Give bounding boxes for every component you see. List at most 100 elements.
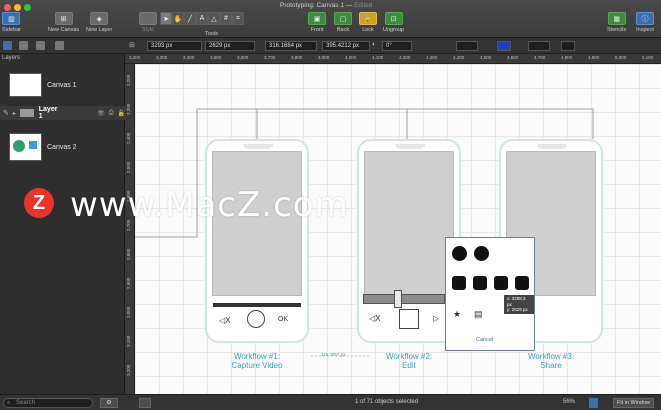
hand-tool-icon[interactable]: ✋ [172, 12, 184, 25]
style-icon [139, 12, 157, 25]
ruler-tick-label: 3,400 [183, 55, 195, 60]
trim-slider[interactable] [363, 290, 445, 308]
next-icon[interactable]: ▷ [433, 314, 439, 323]
ok-button[interactable]: OK [278, 316, 288, 323]
stencils-icon: ▦ [607, 12, 626, 25]
visibility-eye-icon[interactable]: 👁 [97, 110, 105, 117]
share-app-icon[interactable] [473, 276, 487, 290]
ruler-tick-label: 5,000 [615, 55, 627, 60]
zoom-level[interactable]: 56% [563, 399, 575, 405]
canvases-tab-icon[interactable] [19, 41, 28, 50]
stencil-tab-icon[interactable] [55, 41, 64, 50]
share-app-icon[interactable] [494, 276, 508, 290]
layers-tab-icon[interactable] [3, 41, 12, 50]
zoom-stepper-icon[interactable] [589, 398, 598, 408]
new-canvas-icon: ⊞ [54, 12, 73, 25]
vertical-ruler: 2,200 2,300 2,400 2,500 2,600 2,700 2,800 2,900… [125, 64, 135, 394]
stencils-button[interactable]: ▦ Stencils [607, 12, 626, 33]
edit-layer-icon[interactable]: ✎ [3, 109, 9, 117]
x-position-field[interactable]: 3293 px [147, 41, 202, 51]
share-contact-icon[interactable] [474, 246, 489, 261]
sidebar-item-canvas-1[interactable]: Canvas 1 [0, 72, 125, 98]
ruler-tick-label: 3,900 [318, 55, 330, 60]
rotation-field[interactable]: 0° [382, 41, 412, 51]
favorite-star-icon[interactable]: ★ [453, 309, 461, 320]
new-canvas-button[interactable]: ⊞ New Canvas [48, 12, 79, 33]
share-app-icon[interactable] [515, 276, 529, 290]
canvas-2-mark-icon [29, 141, 37, 149]
ungroup-button[interactable]: ⊡ Ungroup [383, 12, 404, 33]
shape-tool-icon[interactable]: △ [208, 12, 220, 25]
sidebar-button[interactable]: ▥ Sidebar [2, 12, 21, 33]
ruler-tick-label: 4,300 [426, 55, 438, 60]
print-icon[interactable]: ⎙ [109, 110, 114, 117]
tools-group: ➤ ✋ ╱ A △ # ⌗ [160, 12, 244, 25]
share-app-icon[interactable] [452, 276, 466, 290]
share-sheet[interactable]: ★ ▤ Cancel x: 3288.3 px y: 2629 px [445, 237, 535, 351]
text-tool-icon[interactable]: A [196, 12, 208, 25]
zoom-window-button[interactable] [24, 4, 31, 11]
sidebar-search-field[interactable]: ⌕ Search [3, 398, 93, 408]
rotation-icon: ◐ [372, 41, 377, 48]
sidebar-item-layer-1[interactable]: ✎ ▸ Layer 1 👁 ⎙ 🔓 [0, 106, 125, 120]
watermark-logo: Z [24, 188, 54, 218]
outline-tab-icon[interactable] [36, 41, 45, 50]
canvas-2-logo-icon [13, 140, 25, 152]
line-style-picker[interactable] [528, 41, 550, 51]
ruler-tick-label: 2,900 [126, 277, 131, 289]
minimize-window-button[interactable] [14, 4, 21, 11]
height-field[interactable]: 395.4212 px [322, 41, 370, 51]
close-icon[interactable]: ◁X [369, 314, 381, 323]
phone-screen [364, 151, 454, 296]
gear-icon[interactable]: ⚙ [100, 398, 118, 408]
ruler-tick-label: 4,000 [345, 55, 357, 60]
shadow-picker[interactable] [561, 41, 575, 51]
bookmark-icon[interactable]: ▤ [474, 309, 483, 320]
phone-notch [395, 144, 425, 149]
front-button[interactable]: ▣ Front [308, 12, 326, 33]
ruler-tick-label: 4,700 [534, 55, 546, 60]
grid-tool-icon[interactable]: # [220, 12, 232, 25]
cancel-button[interactable]: Cancel [476, 337, 493, 343]
trim-handle[interactable] [394, 290, 402, 308]
sidebar-item-canvas-2[interactable]: Canvas 2 [0, 132, 125, 162]
stroke-color-well[interactable] [456, 41, 478, 51]
selection-tool-icon[interactable]: ➤ [160, 12, 172, 25]
view-toggle-button[interactable] [139, 398, 151, 408]
close-icon[interactable]: ◁X [219, 316, 231, 325]
canvas-thumbnail [9, 73, 42, 97]
ungroup-icon: ⊡ [384, 12, 403, 25]
new-layer-button[interactable]: ◈ New Layer [86, 12, 112, 33]
fit-in-window-button[interactable]: Fit in Window [613, 398, 655, 408]
close-window-button[interactable] [4, 4, 11, 11]
inspect-button[interactable]: ⓘ Inspect [636, 12, 654, 33]
inspect-icon: ⓘ [636, 12, 654, 25]
crop-frame[interactable] [399, 309, 419, 329]
sidebar-heading: Layers [2, 55, 21, 61]
width-field[interactable]: 316.1684 px [265, 41, 317, 51]
ruler-tick-label: 3,500 [210, 55, 222, 60]
y-position-field[interactable]: 2629 px [205, 41, 255, 51]
share-contact-icon[interactable] [452, 246, 467, 261]
record-button[interactable] [247, 310, 265, 328]
ruler-tick-label: 3,800 [291, 55, 303, 60]
selection-status: 1 of 71 objects selected [355, 399, 419, 405]
layer-thumbnail [19, 109, 34, 117]
lock-button[interactable]: 🔒 Lock [359, 12, 377, 33]
coordinate-tooltip: x: 3288.3 px y: 2629 px [504, 295, 534, 314]
ruler-tick-label: 4,600 [507, 55, 519, 60]
layer-lock-icon[interactable]: 🔓 [118, 110, 125, 117]
line-tool-icon[interactable]: ╱ [184, 12, 196, 25]
ruler-tick-label: 5,100 [642, 55, 654, 60]
disclosure-triangle-icon[interactable]: ▸ [13, 110, 16, 117]
style-button[interactable]: Style [139, 12, 157, 33]
ruler-tick-label: 4,100 [372, 55, 384, 60]
video-scrubber[interactable] [213, 303, 301, 307]
crop-tool-icon[interactable]: ⌗ [232, 12, 244, 25]
fill-color-well[interactable] [497, 41, 511, 51]
phone-mockup-capture[interactable]: ◁X OK [205, 139, 309, 343]
back-button[interactable]: ▢ Back [334, 12, 352, 33]
toolbar: Prototyping: Canvas 1 — Edited ▥ Sidebar… [0, 0, 661, 38]
status-bar: ⌕ Search ⚙ 1 of 71 objects selected 56% … [0, 394, 661, 410]
drawing-canvas[interactable]: ◁X OK ◁X ▷ ★ ▤ Cancel x: 3288.3 px y: 26… [135, 64, 661, 394]
